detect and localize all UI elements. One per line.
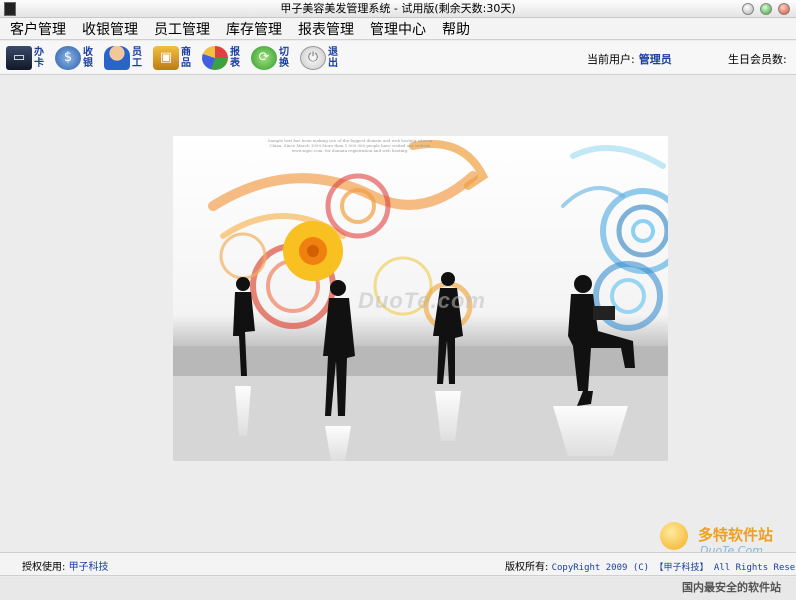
copyright-info: 版权所有: CopyRight 2009 (C) 【甲子科技】 All Righ… [505,558,795,573]
license-info: 授权使用: 甲子科技 [22,558,109,573]
license-label: 授权使用: [22,562,66,573]
copyright-label: 版权所有: [505,562,549,573]
copyright-value: CopyRight 2009 (C) 【甲子科技】 All Rights Res… [551,563,795,573]
menu-reports[interactable]: 报表管理 [298,19,354,39]
cashier-button[interactable]: $ 收银 [55,43,96,73]
staff-icon [104,45,130,70]
title-bar: 甲子美容美发管理系统 - 试用版(剩余天数:30天) [0,0,796,18]
exit-icon: ⏻ [300,45,326,70]
sunflower [283,221,343,281]
watermark-slogan: 国内最安全的软件站 [682,581,781,594]
bottom-strip: 国内最安全的软件站 [0,577,796,600]
menu-inventory[interactable]: 库存管理 [226,19,282,39]
card-button-label: 办卡 [34,46,44,69]
switch-icon: ⟳ [251,45,277,70]
license-value: 甲子科技 [68,562,109,573]
window-controls [742,3,790,15]
close-button[interactable] [778,3,790,15]
menu-bar: 客户管理 收银管理 员工管理 库存管理 报表管理 管理中心 帮助 [0,18,796,40]
maximize-button[interactable] [760,3,772,15]
exit-button[interactable]: ⏻ 退出 [300,43,341,73]
banner-watermark: DuoTe.com [358,288,486,313]
menu-help[interactable]: 帮助 [442,19,470,39]
banner-fine-print: Sample text has been making use of the b… [267,138,433,153]
current-user-value: 管理员 [638,53,672,66]
staff-button-label: 员工 [132,46,142,69]
current-user-label: 当前用户: [587,53,635,66]
menu-admin[interactable]: 管理中心 [370,19,426,39]
goods-button-label: 商品 [181,46,191,69]
menu-staff[interactable]: 员工管理 [154,19,210,39]
current-user-info: 当前用户: 管理员 [587,51,672,67]
status-bar: 授权使用: 甲子科技 版权所有: CopyRight 2009 (C) 【甲子科… [0,552,796,576]
toolbar: ▭ 办卡 $ 收银 员工 ▣ 商品 报表 ⟳ 切换 ⏻ 退出 [0,41,796,75]
main-area: Sample text has been making use of the b… [0,76,796,552]
card-icon: ▭ [6,45,32,70]
goods-icon: ▣ [153,45,179,70]
switch-button[interactable]: ⟳ 切换 [251,43,292,73]
switch-button-label: 切换 [279,46,289,69]
banner-image: Sample text has been making use of the b… [173,136,668,461]
watermark-site-name: 多特软件站 [698,526,774,544]
report-icon [202,45,228,70]
mascot-icon [660,522,688,550]
menu-customer[interactable]: 客户管理 [10,19,66,39]
staff-button[interactable]: 员工 [104,43,145,73]
cashier-button-label: 收银 [83,46,93,69]
cash-icon: $ [55,45,81,70]
minimize-button[interactable] [742,3,754,15]
goods-button[interactable]: ▣ 商品 [153,43,194,73]
card-button[interactable]: ▭ 办卡 [6,43,47,73]
birthday-members-label: 生日会员数: [728,53,787,66]
window-title: 甲子美容美发管理系统 - 试用版(剩余天数:30天) [280,1,516,15]
exit-button-label: 退出 [328,46,338,69]
report-button[interactable]: 报表 [202,43,243,73]
report-button-label: 报表 [230,46,240,69]
menu-cashier[interactable]: 收银管理 [82,19,138,39]
